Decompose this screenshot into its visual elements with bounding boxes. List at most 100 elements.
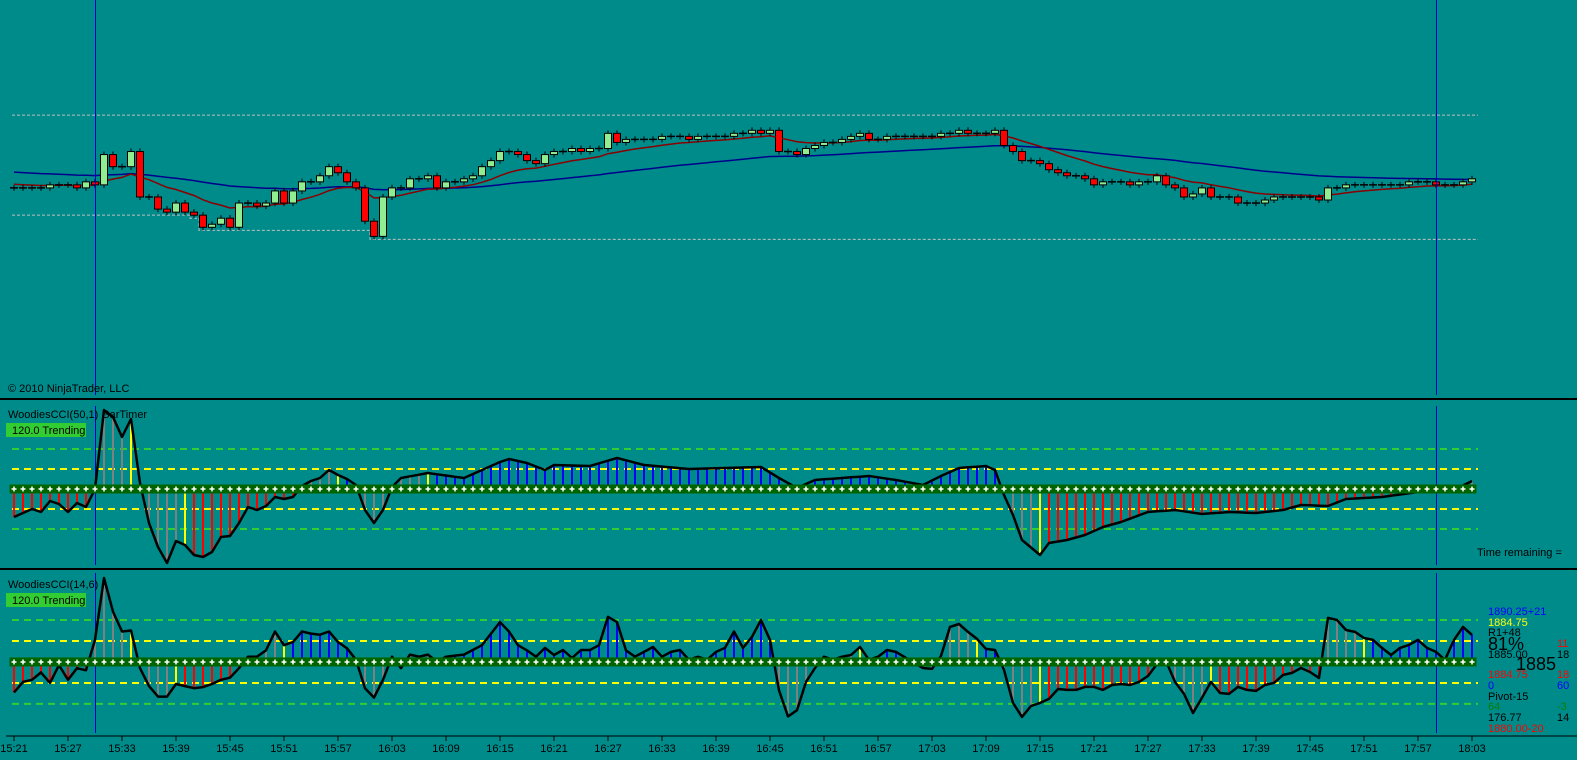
candle-body-up	[1099, 181, 1107, 186]
candle-body-up	[289, 190, 297, 204]
candle-body-down	[1162, 175, 1170, 186]
candle-body-down	[136, 151, 144, 198]
sidewinder-marker-plus-icon	[225, 657, 235, 667]
sidewinder-marker-plus-icon	[1215, 484, 1225, 494]
time-tick-label: 15:39	[162, 743, 190, 755]
sidewinder-marker-plus-icon	[1026, 484, 1036, 494]
time-remaining-text: Time remaining =	[1477, 547, 1562, 559]
candle-body-up	[541, 154, 549, 165]
sidewinder-marker-plus-icon	[963, 484, 973, 494]
sidewinder-marker-plus-icon	[1440, 657, 1450, 667]
sidewinder-marker-plus-icon	[360, 657, 370, 667]
sidewinder-marker-plus-icon	[1431, 484, 1441, 494]
sidewinder-marker-plus-icon	[1251, 484, 1261, 494]
sidewinder-marker-plus-icon	[153, 657, 163, 667]
sidewinder-marker-plus-icon	[162, 657, 172, 667]
sidewinder-marker-plus-icon	[396, 484, 406, 494]
candle-body-down	[370, 220, 378, 237]
time-tick-label: 16:27	[594, 743, 622, 755]
sidewinder-marker-plus-icon	[1044, 657, 1054, 667]
sidewinder-marker-plus-icon	[576, 484, 586, 494]
sidewinder-marker-plus-icon	[765, 484, 775, 494]
candle-body-up	[1135, 181, 1143, 186]
sidewinder-marker-plus-icon	[1170, 657, 1180, 667]
candle-body-down	[199, 214, 207, 228]
candle-body-up	[262, 202, 270, 207]
sidewinder-marker-plus-icon	[54, 484, 64, 494]
sidewinder-marker-plus-icon	[945, 657, 955, 667]
sidewinder-marker-plus-icon	[1134, 657, 1144, 667]
sidewinder-marker-plus-icon	[108, 484, 118, 494]
sidewinder-marker-plus-icon	[1134, 484, 1144, 494]
sidewinder-marker-plus-icon	[765, 657, 775, 667]
candle-body-down	[109, 154, 117, 168]
candle	[370, 218, 378, 240]
sidewinder-marker-plus-icon	[810, 657, 820, 667]
candle-body-up	[100, 154, 108, 186]
sidewinder-marker-plus-icon	[1359, 657, 1369, 667]
candle-body-down	[685, 135, 693, 140]
sidewinder-marker-plus-icon	[1035, 657, 1045, 667]
sidewinder-marker-plus-icon	[882, 657, 892, 667]
sidewinder-marker-plus-icon	[558, 657, 568, 667]
candle-body-down	[1009, 144, 1017, 153]
sidewinder-marker-plus-icon	[234, 657, 244, 667]
candle-body-down	[433, 175, 441, 189]
sidewinder-marker-plus-icon	[1350, 484, 1360, 494]
sidewinder-marker-plus-icon	[1062, 657, 1072, 667]
sidewinder-marker-plus-icon	[54, 657, 64, 667]
sidewinder-marker-plus-icon	[63, 657, 73, 667]
candle-body-down	[1081, 175, 1089, 180]
sidewinder-marker-plus-icon	[1125, 657, 1135, 667]
cci2-label: WoodiesCCI(14,6)	[8, 579, 98, 591]
sidewinder-marker-plus-icon	[1332, 657, 1342, 667]
sidewinder-marker-plus-icon	[756, 484, 766, 494]
sidewinder-marker-plus-icon	[1152, 657, 1162, 667]
sidewinder-marker-plus-icon	[864, 657, 874, 667]
sidewinder-marker-plus-icon	[1404, 657, 1414, 667]
candle-body-down	[1090, 178, 1098, 186]
candle	[289, 187, 297, 207]
candle-body-down	[1036, 160, 1044, 165]
sidewinder-marker-plus-icon	[324, 657, 334, 667]
sidewinder-marker-plus-icon	[45, 657, 55, 667]
sidewinder-marker-plus-icon	[1386, 657, 1396, 667]
sidewinder-marker-plus-icon	[981, 657, 991, 667]
sidewinder-marker-plus-icon	[126, 484, 136, 494]
candle-body-down	[181, 202, 189, 213]
sidewinder-marker-plus-icon	[279, 657, 289, 667]
sidewinder-marker-plus-icon	[1377, 657, 1387, 667]
sidewinder-marker-plus-icon	[837, 657, 847, 667]
sidewinder-marker-plus-icon	[1143, 484, 1153, 494]
ninjatrader-chart[interactable]: 15:21 15:27 15:33 15:39 15:45 15:51 15:57 16:03…	[0, 0, 1577, 760]
sidewinder-marker-plus-icon	[198, 657, 208, 667]
sidewinder-marker-plus-icon	[630, 657, 640, 667]
sidewinder-marker-plus-icon	[495, 484, 505, 494]
sidewinder-marker-plus-icon	[1323, 657, 1333, 667]
sidewinder-marker-plus-icon	[432, 657, 442, 667]
candle-body-down	[514, 151, 522, 156]
candle-body-down	[352, 181, 360, 189]
sidewinder-marker-plus-icon	[9, 657, 19, 667]
time-tick-label: 16:15	[486, 743, 514, 755]
sidewinder-marker-plus-icon	[36, 657, 46, 667]
sidewinder-marker-plus-icon	[1332, 484, 1342, 494]
sidewinder-marker-plus-icon	[1197, 484, 1207, 494]
candle	[136, 148, 144, 201]
sidewinder-marker-plus-icon	[1413, 657, 1423, 667]
sidewinder-marker-plus-icon	[18, 657, 28, 667]
candle-body-down	[757, 129, 765, 134]
sidewinder-marker-plus-icon	[819, 657, 829, 667]
sidewinder-marker-plus-icon	[297, 484, 307, 494]
sidewinder-marker-plus-icon	[1062, 484, 1072, 494]
sidewinder-marker-plus-icon	[360, 484, 370, 494]
sidewinder-marker-plus-icon	[801, 657, 811, 667]
sidewinder-marker-plus-icon	[81, 484, 91, 494]
sidewinder-marker-plus-icon	[639, 484, 649, 494]
sidewinder-marker-plus-icon	[1251, 657, 1261, 667]
candle-body-up	[1324, 187, 1332, 201]
sidewinder-marker-plus-icon	[414, 657, 424, 667]
sidewinder-marker-plus-icon	[117, 484, 127, 494]
sidewinder-marker-plus-icon	[261, 657, 271, 667]
sidewinder-marker-plus-icon	[1269, 657, 1279, 667]
